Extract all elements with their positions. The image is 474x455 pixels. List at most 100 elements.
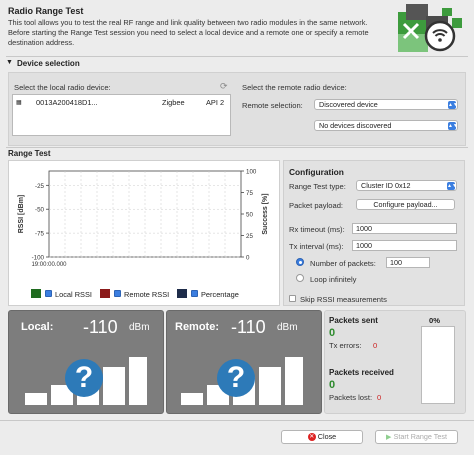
tx-interval-input[interactable]: 1000 bbox=[352, 240, 457, 251]
range-test-logo-icon bbox=[396, 2, 466, 54]
number-of-packets-label: Number of packets: bbox=[310, 259, 376, 268]
local-rssi-color-swatch bbox=[31, 289, 41, 298]
configuration-heading: Configuration bbox=[289, 167, 344, 177]
local-device-list[interactable]: ▦ 0013A200418D1... Zigbee API 2 bbox=[12, 94, 231, 136]
packets-lost-label: Packets lost: bbox=[329, 393, 373, 402]
range-test-chart: -25 -50 -75 -100 100 75 50 25 0 RSSI [dBm] Success… bbox=[18, 169, 269, 269]
remote-device-value: No devices discovered bbox=[319, 121, 392, 130]
number-of-packets-input[interactable]: 100 bbox=[386, 257, 430, 268]
packets-sent-value: 0 bbox=[329, 327, 336, 339]
device-api: API 2 bbox=[206, 98, 225, 107]
remote-rssi-panel: Remote: -110 dBm ? bbox=[166, 310, 322, 414]
local-rssi-panel: Local: -110 dBm ? bbox=[8, 310, 164, 414]
remote-label: Remote: bbox=[175, 321, 220, 333]
device-icon: ▦ bbox=[16, 100, 22, 106]
select-arrow-icon: ▲▼ bbox=[448, 122, 458, 130]
remote-rssi-checkbox[interactable] bbox=[114, 290, 121, 297]
tx-errors-label: Tx errors: bbox=[329, 341, 362, 350]
local-rssi-legend-label: Local RSSI bbox=[55, 290, 92, 299]
unknown-signal-icon: ? bbox=[65, 359, 103, 397]
select-arrow-icon: ▲▼ bbox=[447, 182, 457, 190]
remote-rssi-color-swatch bbox=[100, 289, 110, 298]
percentage-color-swatch bbox=[177, 289, 187, 298]
local-device-label: Select the local radio device: bbox=[14, 83, 111, 92]
range-test-chart-panel: -25 -50 -75 -100 100 75 50 25 0 RSSI [dBm] Success… bbox=[8, 160, 280, 306]
skip-rssi-label: Skip RSSI measurements bbox=[300, 295, 387, 304]
success-progress-bar bbox=[421, 326, 455, 404]
remote-device-label: Select the remote radio device: bbox=[242, 83, 347, 92]
number-of-packets-value: 100 bbox=[390, 258, 402, 267]
percentage-checkbox[interactable] bbox=[191, 290, 198, 297]
y-tick-label-left: -75 bbox=[35, 231, 45, 238]
remote-selection-value: Discovered device bbox=[319, 100, 378, 109]
y-tick-label-right: 100 bbox=[246, 169, 257, 176]
close-icon: ✕ bbox=[307, 433, 316, 442]
packets-panel: Packets sent 0 Tx errors: 0 Packets rece… bbox=[324, 310, 466, 414]
configuration-panel: Configuration Range Test type: Cluster I… bbox=[283, 160, 465, 306]
signal-bar bbox=[25, 393, 47, 405]
loop-infinitely-radio[interactable] bbox=[296, 274, 304, 282]
range-test-type-select[interactable]: Cluster ID 0x12 ▲▼ bbox=[356, 180, 457, 191]
tx-interval-value: 1000 bbox=[356, 241, 372, 250]
play-icon: ▶ bbox=[386, 432, 392, 441]
y-tick-label-left: -100 bbox=[32, 255, 45, 262]
device-id: 0013A200418D1... bbox=[36, 98, 98, 107]
start-range-test-label: Start Range Test bbox=[393, 432, 447, 441]
percentage-legend-label: Percentage bbox=[201, 290, 239, 299]
local-label: Local: bbox=[21, 321, 54, 333]
start-range-test-button[interactable]: ▶ Start Range Test bbox=[375, 430, 458, 444]
signal-bar bbox=[285, 357, 303, 405]
range-test-type-value: Cluster ID 0x12 bbox=[361, 181, 411, 190]
close-button-label: Close bbox=[317, 432, 337, 441]
y-tick-label-left: -50 bbox=[35, 207, 45, 214]
collapse-triangle-icon[interactable]: ▼ bbox=[6, 59, 13, 66]
local-rssi-unit: dBm bbox=[129, 322, 150, 333]
remote-device-select[interactable]: No devices discovered ▲▼ bbox=[314, 120, 458, 131]
list-item[interactable]: ▦ 0013A200418D1... Zigbee API 2 bbox=[16, 98, 228, 108]
configure-payload-button[interactable]: Configure payload... bbox=[356, 199, 455, 210]
device-protocol: Zigbee bbox=[162, 98, 185, 107]
signal-bar bbox=[259, 367, 281, 405]
y-axis-label-left: RSSI [dBm] bbox=[18, 195, 25, 234]
number-of-packets-radio[interactable] bbox=[296, 258, 304, 266]
signal-bar bbox=[129, 357, 147, 405]
remote-selection-label: Remote selection: bbox=[242, 101, 303, 110]
y-axis-label-right: Success [%] bbox=[262, 193, 269, 234]
remote-rssi-unit: dBm bbox=[277, 322, 298, 333]
signal-bar bbox=[103, 367, 125, 405]
signal-bar bbox=[181, 393, 203, 405]
local-rssi-value: -110 bbox=[83, 317, 118, 337]
range-test-heading: Range Test bbox=[8, 149, 51, 158]
packets-received-value: 0 bbox=[329, 379, 336, 391]
x-tick-label: 19:00:00.000 bbox=[31, 262, 67, 268]
select-arrow-icon: ▲▼ bbox=[448, 101, 458, 109]
y-tick-label-right: 50 bbox=[246, 212, 253, 219]
close-button[interactable]: ✕ Close bbox=[281, 430, 363, 444]
divider bbox=[0, 420, 474, 421]
tx-interval-label: Tx interval (ms): bbox=[289, 242, 344, 251]
remote-rssi-value: -110 bbox=[231, 317, 266, 337]
rx-timeout-value: 1000 bbox=[356, 224, 372, 233]
packets-received-label: Packets received bbox=[329, 368, 394, 377]
refresh-icon[interactable]: ⟳ bbox=[220, 81, 228, 92]
y-tick-label-right: 0 bbox=[246, 255, 250, 262]
tx-errors-value: 0 bbox=[373, 341, 378, 350]
page-description: This tool allows you to test the real RF… bbox=[8, 18, 369, 47]
unknown-signal-icon: ? bbox=[217, 359, 255, 397]
loop-infinitely-label: Loop infinitely bbox=[310, 275, 357, 284]
range-test-type-label: Range Test type: bbox=[289, 182, 346, 191]
y-tick-label-right: 25 bbox=[246, 233, 253, 240]
remote-selection-select[interactable]: Discovered device ▲▼ bbox=[314, 99, 458, 110]
skip-rssi-checkbox[interactable] bbox=[289, 295, 296, 302]
rx-timeout-label: Rx timeout (ms): bbox=[289, 225, 345, 234]
packets-sent-label: Packets sent bbox=[329, 316, 378, 325]
divider bbox=[6, 56, 468, 57]
packet-payload-label: Packet payload: bbox=[289, 201, 344, 210]
local-rssi-checkbox[interactable] bbox=[45, 290, 52, 297]
page-title: Radio Range Test bbox=[8, 6, 84, 16]
y-tick-label-left: -25 bbox=[35, 183, 45, 190]
remote-rssi-legend-label: Remote RSSI bbox=[124, 290, 170, 299]
rx-timeout-input[interactable]: 1000 bbox=[352, 223, 457, 234]
device-selection-heading: Device selection bbox=[17, 59, 80, 68]
divider bbox=[6, 147, 468, 148]
